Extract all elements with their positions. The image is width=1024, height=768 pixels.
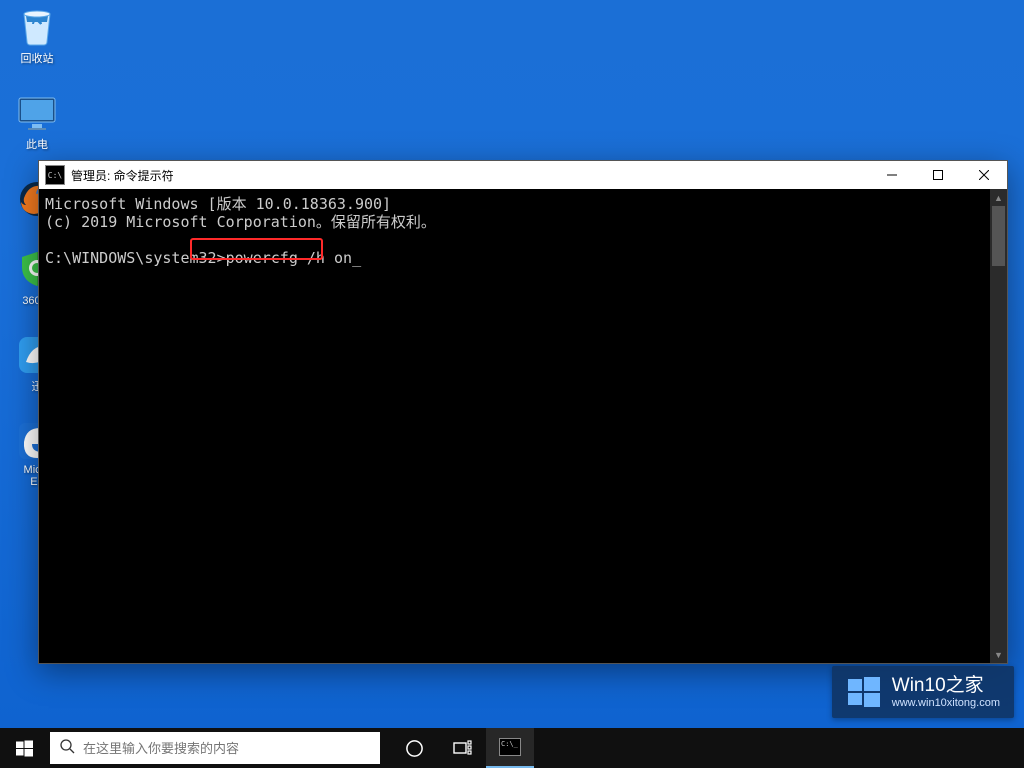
- cmd-taskbar-icon: C:\_: [499, 738, 521, 756]
- desktop-icon-label: 回收站: [21, 50, 54, 66]
- task-view-button[interactable]: [438, 728, 486, 768]
- monitor-icon: [16, 92, 58, 134]
- command-prompt-window: C:\ 管理员: 命令提示符 Microsoft Windows [版本 10.…: [38, 160, 1008, 664]
- window-title: 管理员: 命令提示符: [71, 167, 869, 184]
- desktop-icon-this-pc[interactable]: 此电: [10, 92, 64, 152]
- desktop: 回收站 此电 360安 迅: [0, 0, 1024, 768]
- terminal-output: Microsoft Windows [版本 10.0.18363.900] (c…: [45, 195, 987, 267]
- watermark-url: www.win10xitong.com: [892, 697, 1000, 710]
- cortana-button[interactable]: [390, 728, 438, 768]
- window-titlebar[interactable]: C:\ 管理员: 命令提示符: [39, 161, 1007, 189]
- search-input[interactable]: [83, 741, 370, 756]
- cmd-icon: C:\: [45, 165, 65, 185]
- recycle-bin-icon: [16, 6, 58, 48]
- terminal-scrollbar[interactable]: ▲ ▼: [990, 189, 1007, 663]
- taskbar: C:\_: [0, 728, 1024, 768]
- terminal-body[interactable]: Microsoft Windows [版本 10.0.18363.900] (c…: [39, 189, 1007, 663]
- annotation-highlight: [190, 238, 323, 260]
- desktop-icon-recycle-bin[interactable]: 回收站: [10, 6, 64, 66]
- scroll-thumb[interactable]: [992, 206, 1005, 266]
- minimize-button[interactable]: [869, 161, 915, 189]
- taskbar-app-cmd[interactable]: C:\_: [486, 728, 534, 768]
- start-button[interactable]: [0, 728, 48, 768]
- watermark-badge: Win10之家 www.win10xitong.com: [832, 666, 1014, 718]
- taskbar-search[interactable]: [50, 732, 380, 764]
- scroll-up-button[interactable]: ▲: [990, 189, 1007, 206]
- window-controls: [869, 161, 1007, 189]
- terminal-line: Microsoft Windows [版本 10.0.18363.900]: [45, 195, 391, 213]
- watermark-title: Win10之家: [892, 675, 1000, 697]
- scroll-down-button[interactable]: ▼: [990, 646, 1007, 663]
- terminal-line: (c) 2019 Microsoft Corporation。保留所有权利。: [45, 213, 436, 231]
- windows-logo-icon: [846, 674, 882, 710]
- maximize-button[interactable]: [915, 161, 961, 189]
- search-icon: [60, 739, 75, 757]
- desktop-icon-label: 此电: [26, 136, 48, 152]
- close-button[interactable]: [961, 161, 1007, 189]
- terminal-cursor: _: [352, 249, 361, 267]
